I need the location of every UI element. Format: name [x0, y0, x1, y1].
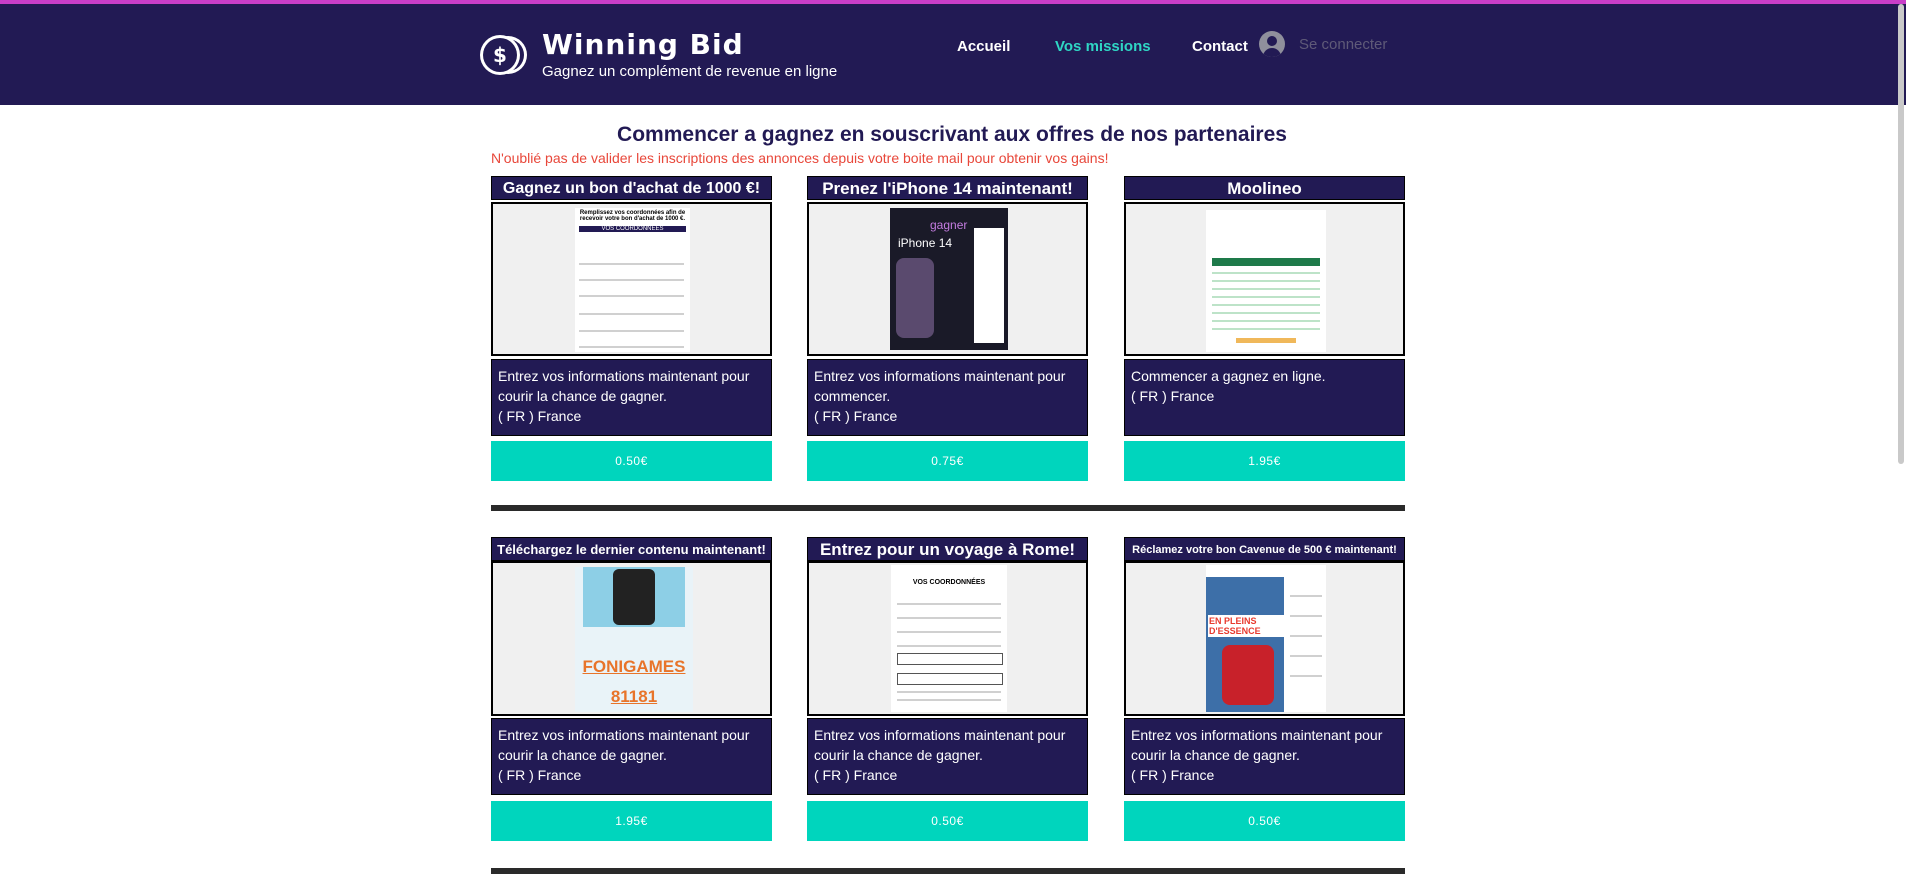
offer-5-description: Entrez vos informations maintenant pour … [807, 718, 1088, 795]
user-avatar-icon[interactable] [1259, 31, 1285, 57]
offer-3-title: Moolineo [1124, 176, 1405, 200]
offer-4-image[interactable]: FONIGAMES 81181 [491, 561, 772, 716]
offer-2-iphone-preview: gagner iPhone 14 [890, 208, 1008, 350]
nav-contact[interactable]: Contact [1192, 38, 1248, 55]
offer-3-desc-line-2: ( FR ) France [1131, 388, 1215, 404]
offer-4-title: Téléchargez le dernier contenu maintenan… [491, 537, 772, 561]
offer-6-price-button[interactable]: 0.50€ [1124, 801, 1405, 841]
offer-6-title: Réclamez votre bon Cavenue de 500 € main… [1124, 537, 1405, 561]
offer-2-title: Prenez l'iPhone 14 maintenant! [807, 176, 1088, 200]
offer-4-price-button[interactable]: 1.95€ [491, 801, 772, 841]
offer-5-price-button[interactable]: 0.50€ [807, 801, 1088, 841]
site-header [0, 4, 1906, 105]
offer-3-table-preview [1206, 210, 1326, 352]
svg-text:$: $ [493, 43, 507, 67]
offer-5-title: Entrez pour un voyage à Rome! [807, 537, 1088, 561]
validation-warning: N'oublié pas de valider les inscriptions… [491, 150, 1109, 166]
offer-2-desc-line-3: ( FR ) France [814, 408, 898, 424]
offer-6-description: Entrez vos informations maintenant pour … [1124, 718, 1405, 795]
offer-6-fuel-preview: EN PLEINS D'ESSENCE [1206, 565, 1326, 712]
offer-5-image[interactable]: VOS COORDONNÉES [807, 561, 1088, 716]
offer-5-desc-line-3: ( FR ) France [814, 767, 898, 783]
offer-1-description: Entrez vos informations maintenant pour … [491, 359, 772, 436]
login-link[interactable]: Se connecter [1299, 36, 1387, 53]
offer-4-desc-line-2: courir la chance de gagner. [498, 747, 667, 763]
offer-3-image[interactable] [1124, 202, 1405, 356]
offer-4-desc-line-3: ( FR ) France [498, 767, 582, 783]
offer-3-description: Commencer a gagnez en ligne. ( FR ) Fran… [1124, 359, 1405, 436]
offer-3-desc-line-1: Commencer a gagnez en ligne. [1131, 368, 1326, 384]
offer-4-preview-number: 81181 [610, 687, 658, 706]
section-divider [491, 505, 1405, 511]
page-scrollbar[interactable] [1898, 4, 1904, 464]
offer-1-preview-text: Remplissez vos coordonnées afin de recev… [579, 210, 686, 222]
offer-6-image[interactable]: EN PLEINS D'ESSENCE [1124, 561, 1405, 716]
offer-5-desc-line-2: courir la chance de gagner. [814, 747, 983, 763]
offer-6-preview-text: EN PLEINS D'ESSENCE [1208, 615, 1286, 637]
offer-1-price-button[interactable]: 0.50€ [491, 441, 772, 481]
offer-6-desc-line-3: ( FR ) France [1131, 767, 1215, 783]
offer-2-form-side [974, 228, 1004, 343]
offer-4-description: Entrez vos informations maintenant pour … [491, 718, 772, 795]
offer-1-image[interactable]: Remplissez vos coordonnées afin de recev… [491, 202, 772, 356]
site-brand[interactable]: Winning Bid [542, 28, 744, 61]
offer-1-desc-line-2: courir la chance de gagner. [498, 388, 667, 404]
offer-6-desc-line-2: courir la chance de gagner. [1131, 747, 1300, 763]
offer-2-phone-shape [896, 258, 934, 338]
offer-1-preview-header: VOS COORDONNÉES [579, 226, 686, 232]
nav-accueil[interactable]: Accueil [957, 38, 1010, 55]
offer-2-price-button[interactable]: 0.75€ [807, 441, 1088, 481]
offer-4-preview-brand: FONIGAMES [582, 657, 686, 676]
offer-1-desc-line-3: ( FR ) France [498, 408, 582, 424]
offer-5-preview-heading: VOS COORDONNÉES [912, 579, 986, 586]
site-tagline: Gagnez un complément de revenue en ligne [542, 63, 838, 80]
offer-2-preview-heading: iPhone 14 [898, 236, 953, 250]
offer-1-desc-line-1: Entrez vos informations maintenant pour [498, 368, 750, 384]
section-divider-bottom [491, 868, 1405, 874]
offer-5-desc-line-1: Entrez vos informations maintenant pour [814, 727, 1066, 743]
nav-vos-missions[interactable]: Vos missions [1055, 38, 1151, 55]
offer-3-price-button[interactable]: 1.95€ [1124, 441, 1405, 481]
offer-5-form-preview: VOS COORDONNÉES [891, 565, 1007, 712]
offer-4-desc-line-1: Entrez vos informations maintenant pour [498, 727, 750, 743]
offer-4-sms-preview: FONIGAMES 81181 [575, 567, 693, 712]
offer-2-preview-text: gagner [930, 218, 968, 232]
offer-6-desc-line-1: Entrez vos informations maintenant pour [1131, 727, 1383, 743]
page-title: Commencer a gagnez en souscrivant aux of… [617, 123, 1287, 146]
offer-2-desc-line-1: Entrez vos informations maintenant pour [814, 368, 1066, 384]
offer-2-desc-line-2: commencer. [814, 388, 891, 404]
offer-2-image[interactable]: gagner iPhone 14 [807, 202, 1088, 356]
coin-logo-icon[interactable]: $ [478, 30, 528, 80]
offer-1-title: Gagnez un bon d'achat de 1000 €! [491, 176, 772, 200]
offer-2-description: Entrez vos informations maintenant pour … [807, 359, 1088, 436]
offer-1-form-preview: Remplissez vos coordonnées afin de recev… [575, 208, 690, 352]
